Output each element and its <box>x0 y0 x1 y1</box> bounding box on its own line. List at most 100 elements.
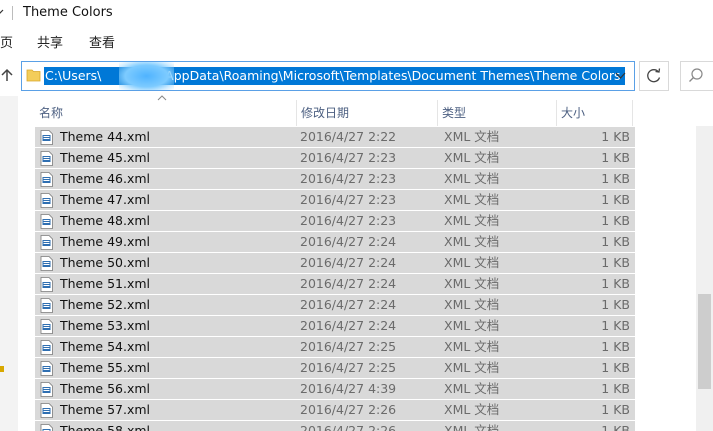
file-size: 1 KB <box>601 297 630 312</box>
file-date: 2016/4/27 2:24 <box>300 255 397 270</box>
xml-file-icon <box>40 130 53 145</box>
file-date: 2016/4/27 2:22 <box>300 129 397 144</box>
file-type: XML 文档 <box>444 276 500 291</box>
window-title: Theme Colors <box>23 5 113 20</box>
column-header-date[interactable]: 修改日期 <box>297 100 438 126</box>
file-type: XML 文档 <box>444 339 500 354</box>
file-type: XML 文档 <box>444 381 500 396</box>
column-divider[interactable] <box>632 100 633 126</box>
address-path-selection[interactable]: C:\Users\ \AppData\Roaming\Microsoft\Tem… <box>44 62 625 90</box>
file-type: XML 文档 <box>444 255 500 270</box>
file-row[interactable]: Theme 50.xml 2016/4/27 2:24 XML 文档 1 KB <box>35 253 635 273</box>
file-name[interactable]: Theme 46.xml <box>60 169 150 189</box>
file-name[interactable]: Theme 50.xml <box>60 253 150 273</box>
file-name[interactable]: Theme 54.xml <box>60 337 150 357</box>
file-type: XML 文档 <box>444 234 500 249</box>
search-icon <box>689 68 703 82</box>
file-name[interactable]: Theme 58.xml <box>60 421 150 431</box>
xml-file-icon <box>40 277 53 292</box>
xml-file-icon <box>40 424 53 431</box>
file-date: 2016/4/27 2:24 <box>300 234 397 249</box>
chevron-down-icon[interactable] <box>607 62 634 90</box>
file-row[interactable]: Theme 45.xml 2016/4/27 2:23 XML 文档 1 KB <box>35 148 635 168</box>
address-row: C:\Users\ \AppData\Roaming\Microsoft\Tem… <box>0 55 713 96</box>
file-date: 2016/4/27 2:23 <box>300 213 397 228</box>
file-size: 1 KB <box>601 402 630 417</box>
file-date: 2016/4/27 2:23 <box>300 171 397 186</box>
file-row[interactable]: Theme 55.xml 2016/4/27 2:25 XML 文档 1 KB <box>35 358 635 378</box>
file-date: 2016/4/27 2:24 <box>300 318 397 333</box>
file-name[interactable]: Theme 44.xml <box>60 127 150 147</box>
ribbon-tabs: 页 共享 查看 <box>0 26 713 55</box>
column-header-type[interactable]: 类型 <box>438 100 557 126</box>
address-bar[interactable]: C:\Users\ \AppData\Roaming\Microsoft\Tem… <box>21 61 635 91</box>
file-size: 1 KB <box>601 360 630 375</box>
file-row[interactable]: Theme 46.xml 2016/4/27 2:23 XML 文档 1 KB <box>35 169 635 189</box>
file-name[interactable]: Theme 48.xml <box>60 211 150 231</box>
file-date: 2016/4/27 4:39 <box>300 381 397 396</box>
file-size: 1 KB <box>601 339 630 354</box>
file-type: XML 文档 <box>444 318 500 333</box>
search-input[interactable] <box>680 61 713 91</box>
file-date: 2016/4/27 2:25 <box>300 339 397 354</box>
file-size: 1 KB <box>601 381 630 396</box>
file-row[interactable]: Theme 56.xml 2016/4/27 4:39 XML 文档 1 KB <box>35 379 635 399</box>
file-name[interactable]: Theme 56.xml <box>60 379 150 399</box>
file-name[interactable]: Theme 49.xml <box>60 232 150 252</box>
column-header-name[interactable]: 名称 <box>35 100 297 126</box>
file-date: 2016/4/27 2:25 <box>300 360 397 375</box>
file-type: XML 文档 <box>444 192 500 207</box>
up-arrow-icon[interactable] <box>0 68 14 82</box>
refresh-button[interactable] <box>639 61 669 91</box>
file-size: 1 KB <box>601 423 630 431</box>
file-name[interactable]: Theme 47.xml <box>60 190 150 210</box>
xml-file-icon <box>40 361 53 376</box>
file-row[interactable]: Theme 54.xml 2016/4/27 2:25 XML 文档 1 KB <box>35 337 635 357</box>
file-row[interactable]: Theme 58.xml 2016/4/27 2:26 XML 文档 1 KB <box>35 421 635 431</box>
file-date: 2016/4/27 2:24 <box>300 297 397 312</box>
file-name[interactable]: Theme 53.xml <box>60 316 150 336</box>
file-date: 2016/4/27 2:23 <box>300 192 397 207</box>
file-name[interactable]: Theme 52.xml <box>60 295 150 315</box>
file-row[interactable]: Theme 52.xml 2016/4/27 2:24 XML 文档 1 KB <box>35 295 635 315</box>
column-header-size[interactable]: 大小 <box>557 100 633 126</box>
tab-view[interactable]: 查看 <box>89 32 115 51</box>
file-row[interactable]: Theme 51.xml 2016/4/27 2:24 XML 文档 1 KB <box>35 274 635 294</box>
quick-access-dropdown-icon[interactable] <box>0 9 4 16</box>
file-row[interactable]: Theme 57.xml 2016/4/27 2:26 XML 文档 1 KB <box>35 400 635 420</box>
file-date: 2016/4/27 2:26 <box>300 402 397 417</box>
file-name[interactable]: Theme 57.xml <box>60 400 150 420</box>
vertical-scrollbar[interactable] <box>696 126 713 431</box>
folder-icon <box>26 69 41 82</box>
file-size: 1 KB <box>601 234 630 249</box>
file-date: 2016/4/27 2:23 <box>300 150 397 165</box>
file-row[interactable]: Theme 48.xml 2016/4/27 2:23 XML 文档 1 KB <box>35 211 635 231</box>
file-name[interactable]: Theme 45.xml <box>60 148 150 168</box>
xml-file-icon <box>40 193 53 208</box>
file-size: 1 KB <box>601 213 630 228</box>
file-row[interactable]: Theme 47.xml 2016/4/27 2:23 XML 文档 1 KB <box>35 190 635 210</box>
file-type: XML 文档 <box>444 297 500 312</box>
file-size: 1 KB <box>601 150 630 165</box>
file-date: 2016/4/27 2:26 <box>300 423 397 431</box>
file-size: 1 KB <box>601 318 630 333</box>
xml-file-icon <box>40 172 53 187</box>
file-type: XML 文档 <box>444 150 500 165</box>
file-type: XML 文档 <box>444 423 500 431</box>
file-size: 1 KB <box>601 276 630 291</box>
file-type: XML 文档 <box>444 171 500 186</box>
navigation-pane[interactable] <box>0 96 18 431</box>
file-name[interactable]: Theme 51.xml <box>60 274 150 294</box>
scrollbar-thumb[interactable] <box>698 294 711 389</box>
tab-share[interactable]: 共享 <box>37 32 63 51</box>
file-size: 1 KB <box>601 255 630 270</box>
file-row[interactable]: Theme 53.xml 2016/4/27 2:24 XML 文档 1 KB <box>35 316 635 336</box>
tab-home[interactable]: 页 <box>0 32 13 51</box>
xml-file-icon <box>40 340 53 355</box>
xml-file-icon <box>40 151 53 166</box>
xml-file-icon <box>40 403 53 418</box>
file-row[interactable]: Theme 49.xml 2016/4/27 2:24 XML 文档 1 KB <box>35 232 635 252</box>
xml-file-icon <box>40 319 53 334</box>
file-row[interactable]: Theme 44.xml 2016/4/27 2:22 XML 文档 1 KB <box>35 127 635 147</box>
file-name[interactable]: Theme 55.xml <box>60 358 150 378</box>
